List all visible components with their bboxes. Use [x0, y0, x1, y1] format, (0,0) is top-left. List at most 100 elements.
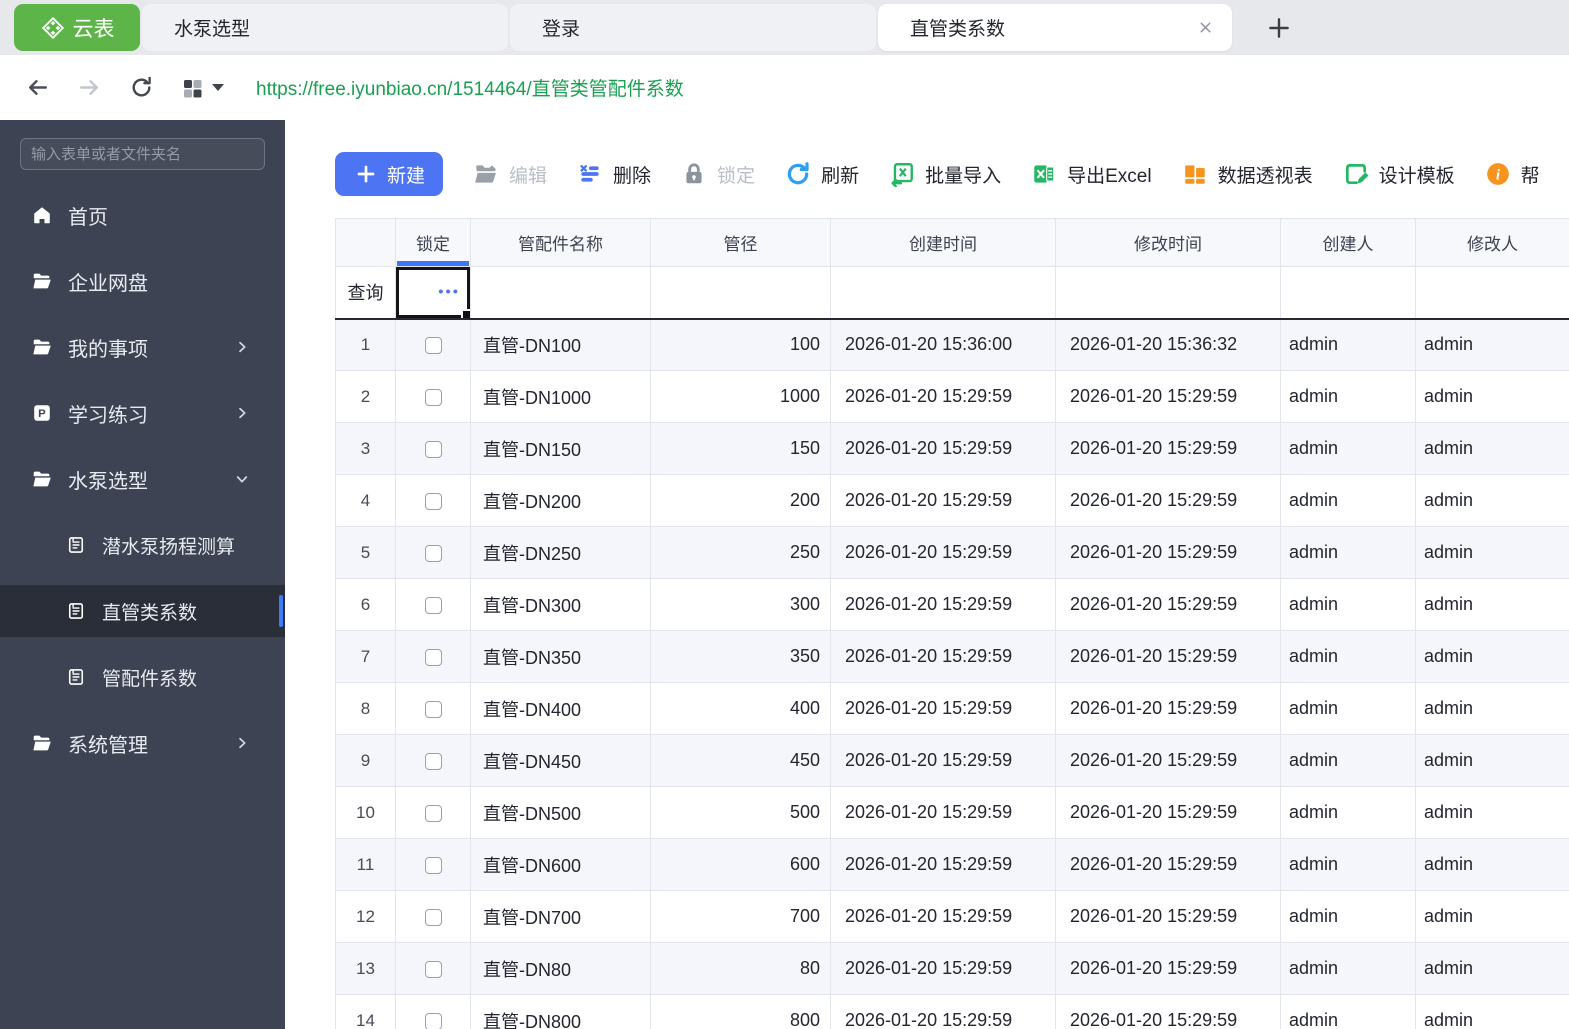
cell-modified-time[interactable]: 2026-01-20 15:36:32 — [1055, 318, 1281, 371]
cell-name[interactable]: 直管-DN600 — [470, 838, 651, 891]
cell-modifier[interactable]: admin — [1415, 890, 1569, 943]
cell-name[interactable]: 直管-DN450 — [470, 734, 651, 787]
column-header-5[interactable]: 创建人 — [1280, 218, 1416, 267]
cell-diameter[interactable]: 200 — [650, 474, 831, 527]
cell-name[interactable]: 直管-DN1000 — [470, 370, 651, 423]
row-number-cell[interactable]: 7 — [335, 630, 396, 683]
sidebar-item-2[interactable]: 我的事项 — [0, 314, 285, 380]
cell-diameter[interactable]: 250 — [650, 526, 831, 579]
row-number-cell[interactable]: 13 — [335, 942, 396, 995]
cell-name[interactable]: 直管-DN150 — [470, 422, 651, 475]
cell-modified-time[interactable]: 2026-01-20 15:29:59 — [1055, 526, 1281, 579]
cell-modifier[interactable]: admin — [1415, 630, 1569, 683]
cell-modifier[interactable]: admin — [1415, 682, 1569, 735]
cell-diameter[interactable]: 300 — [650, 578, 831, 631]
cell-modified-time[interactable]: 2026-01-20 15:29:59 — [1055, 422, 1281, 475]
query-row-label-cell[interactable]: 查询 — [335, 266, 396, 320]
grid-corner-cell[interactable] — [335, 218, 396, 267]
cell-created-time[interactable]: 2026-01-20 15:29:59 — [830, 734, 1056, 787]
cell-created-time[interactable]: 2026-01-20 15:29:59 — [830, 786, 1056, 839]
sidebar-item-1[interactable]: 企业网盘 — [0, 248, 285, 314]
row-checkbox[interactable] — [424, 856, 442, 874]
sidebar-item-0[interactable]: 首页 — [0, 182, 285, 248]
row-checkbox[interactable] — [424, 492, 442, 510]
cell-diameter[interactable]: 800 — [650, 994, 831, 1029]
row-number-cell[interactable]: 3 — [335, 422, 396, 475]
cell-modifier[interactable]: admin — [1415, 734, 1569, 787]
query-cell-3[interactable] — [830, 266, 1056, 320]
cell-name[interactable]: 直管-DN100 — [470, 318, 651, 371]
sidebar-item-8[interactable]: 系统管理 — [0, 710, 285, 776]
cell-diameter[interactable]: 700 — [650, 890, 831, 943]
cell-creator[interactable]: admin — [1280, 682, 1416, 735]
cell-diameter[interactable]: 100 — [650, 318, 831, 371]
browser-tab-1[interactable]: 登录 — [510, 4, 876, 51]
cell-creator[interactable]: admin — [1280, 630, 1416, 683]
column-header-2[interactable]: 管径 — [650, 218, 831, 267]
cell-modified-time[interactable]: 2026-01-20 15:29:59 — [1055, 474, 1281, 527]
cell-lock[interactable] — [395, 994, 471, 1029]
sidebar-item-6[interactable]: 直管类系数 — [0, 585, 285, 637]
query-cell-4[interactable] — [1055, 266, 1281, 320]
sidebar-item-3[interactable]: P 学习练习 — [0, 380, 285, 446]
cell-name[interactable]: 直管-DN800 — [470, 994, 651, 1029]
cell-modified-time[interactable]: 2026-01-20 15:29:59 — [1055, 578, 1281, 631]
address-bar-url[interactable]: https://free.iyunbiao.cn/1514464/直管类管配件系… — [256, 74, 684, 101]
cell-lock[interactable] — [395, 682, 471, 735]
edit-button[interactable]: 编辑 — [473, 161, 547, 188]
cell-created-time[interactable]: 2026-01-20 15:29:59 — [830, 890, 1056, 943]
row-checkbox[interactable] — [424, 337, 442, 354]
cell-diameter[interactable]: 1000 — [650, 370, 831, 423]
column-header-6[interactable]: 修改人 — [1415, 218, 1569, 267]
row-checkbox[interactable] — [424, 1012, 442, 1029]
cell-creator[interactable]: admin — [1280, 578, 1416, 631]
lock-button[interactable]: 锁定 — [681, 161, 755, 188]
cell-diameter[interactable]: 350 — [650, 630, 831, 683]
query-cell-6[interactable] — [1415, 266, 1569, 320]
cell-creator[interactable]: admin — [1280, 734, 1416, 787]
row-checkbox[interactable] — [424, 752, 442, 770]
row-number-cell[interactable]: 10 — [335, 786, 396, 839]
sidebar-item-4[interactable]: 水泵选型 — [0, 446, 285, 512]
row-number-cell[interactable]: 14 — [335, 994, 396, 1029]
design-button[interactable]: 设计模板 — [1343, 161, 1455, 188]
cell-name[interactable]: 直管-DN400 — [470, 682, 651, 735]
sidebar-item-7[interactable]: 管配件系数 — [0, 644, 285, 710]
row-number-cell[interactable]: 4 — [335, 474, 396, 527]
cell-created-time[interactable]: 2026-01-20 15:29:59 — [830, 370, 1056, 423]
cell-lock[interactable] — [395, 630, 471, 683]
sidebar-search-input[interactable] — [20, 138, 265, 170]
cell-modifier[interactable]: admin — [1415, 578, 1569, 631]
cell-creator[interactable]: admin — [1280, 370, 1416, 423]
cell-created-time[interactable]: 2026-01-20 15:29:59 — [830, 994, 1056, 1029]
row-number-cell[interactable]: 8 — [335, 682, 396, 735]
cell-created-time[interactable]: 2026-01-20 15:29:59 — [830, 682, 1056, 735]
cell-lock[interactable] — [395, 318, 471, 371]
forward-button[interactable] — [74, 73, 104, 103]
export-excel-button[interactable]: 导出Excel — [1031, 161, 1152, 188]
cell-modifier[interactable]: admin — [1415, 526, 1569, 579]
cell-modifier[interactable]: admin — [1415, 318, 1569, 371]
cell-name[interactable]: 直管-DN80 — [470, 942, 651, 995]
cell-modifier[interactable]: admin — [1415, 370, 1569, 423]
cell-lock[interactable] — [395, 890, 471, 943]
row-checkbox[interactable] — [424, 908, 442, 926]
cell-modifier[interactable]: admin — [1415, 474, 1569, 527]
cell-created-time[interactable]: 2026-01-20 15:29:59 — [830, 474, 1056, 527]
row-checkbox[interactable] — [424, 648, 442, 666]
cell-name[interactable]: 直管-DN250 — [470, 526, 651, 579]
cell-created-time[interactable]: 2026-01-20 15:29:59 — [830, 630, 1056, 683]
cell-diameter[interactable]: 600 — [650, 838, 831, 891]
browser-tab-2[interactable]: 直管类系数 — [878, 4, 1232, 51]
column-header-1[interactable]: 管配件名称 — [470, 218, 651, 267]
row-checkbox[interactable] — [424, 596, 442, 614]
cell-name[interactable]: 直管-DN700 — [470, 890, 651, 943]
cell-name[interactable]: 直管-DN500 — [470, 786, 651, 839]
cell-modified-time[interactable]: 2026-01-20 15:29:59 — [1055, 942, 1281, 995]
row-number-cell[interactable]: 5 — [335, 526, 396, 579]
fill-handle[interactable] — [461, 308, 470, 317]
import-excel-button[interactable]: 批量导入 — [889, 161, 1001, 188]
cell-lock[interactable] — [395, 370, 471, 423]
cell-lock[interactable] — [395, 734, 471, 787]
query-more-dots[interactable]: ••• — [438, 284, 460, 301]
